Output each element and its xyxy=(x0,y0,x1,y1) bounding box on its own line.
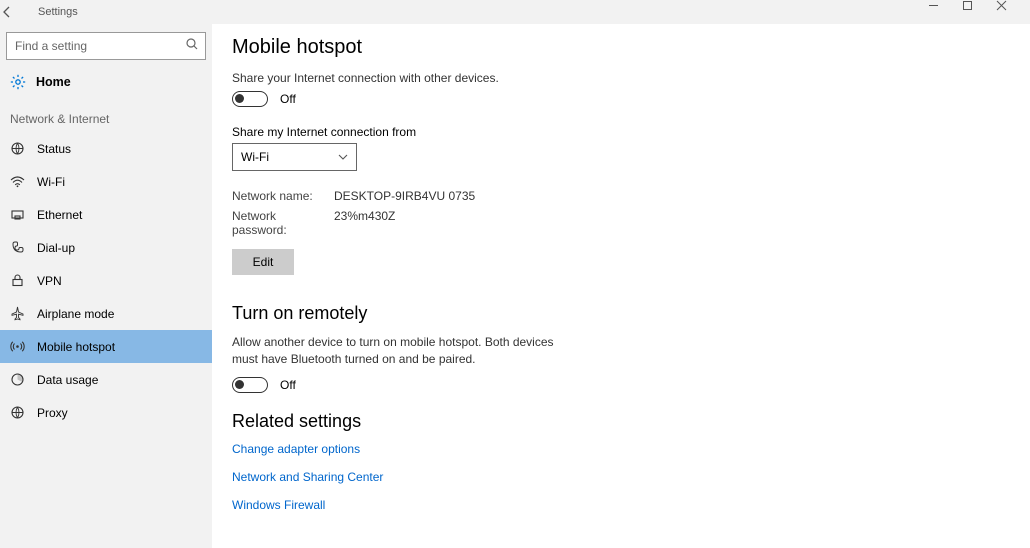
network-name-value: DESKTOP-9IRB4VU 0735 xyxy=(334,189,475,203)
content-pane: Mobile hotspot Share your Internet conne… xyxy=(212,24,1030,548)
sidebar-item-datausage[interactable]: Data usage xyxy=(0,363,212,396)
sidebar-item-airplane[interactable]: Airplane mode xyxy=(0,297,212,330)
share-description: Share your Internet connection with othe… xyxy=(232,71,1030,85)
sidebar-item-label: Status xyxy=(37,142,71,156)
chevron-down-icon xyxy=(338,152,348,162)
window-title: Settings xyxy=(38,6,78,18)
titlebar: Settings xyxy=(0,0,1030,24)
network-name-label: Network name: xyxy=(232,189,334,203)
hotspot-toggle[interactable] xyxy=(232,91,268,107)
network-password-value: 23%m430Z xyxy=(334,209,395,237)
related-title: Related settings xyxy=(232,411,1030,432)
sidebar-item-label: VPN xyxy=(37,274,62,288)
sidebar-item-label: Wi-Fi xyxy=(37,175,65,189)
gear-icon xyxy=(10,74,26,90)
remote-toggle-state: Off xyxy=(280,378,296,392)
sidebar-home-label: Home xyxy=(36,75,71,89)
sidebar-home[interactable]: Home xyxy=(0,68,212,96)
search-icon xyxy=(185,37,199,51)
hotspot-toggle-state: Off xyxy=(280,92,296,106)
datausage-icon xyxy=(10,372,25,387)
minimize-button[interactable] xyxy=(928,0,962,24)
share-from-value: Wi-Fi xyxy=(241,150,269,164)
link-adapter-options[interactable]: Change adapter options xyxy=(232,442,1030,456)
sidebar-item-label: Data usage xyxy=(37,373,98,387)
hotspot-icon xyxy=(10,339,25,354)
edit-button[interactable]: Edit xyxy=(232,249,294,275)
sidebar-item-status[interactable]: Status xyxy=(0,132,212,165)
sidebar-item-label: Proxy xyxy=(37,406,68,420)
page-title: Mobile hotspot xyxy=(232,36,1030,59)
sidebar-item-label: Ethernet xyxy=(37,208,82,222)
sidebar-item-vpn[interactable]: VPN xyxy=(0,264,212,297)
sidebar-item-label: Dial-up xyxy=(37,241,75,255)
search-input[interactable] xyxy=(6,32,206,60)
maximize-button[interactable] xyxy=(962,0,996,24)
sidebar-item-wifi[interactable]: Wi-Fi xyxy=(0,165,212,198)
status-icon xyxy=(10,141,25,156)
sidebar-item-label: Airplane mode xyxy=(37,307,114,321)
link-sharing-center[interactable]: Network and Sharing Center xyxy=(232,470,1030,484)
proxy-icon xyxy=(10,405,25,420)
wifi-icon xyxy=(10,174,25,189)
sidebar-item-dialup[interactable]: Dial-up xyxy=(0,231,212,264)
ethernet-icon xyxy=(10,207,25,222)
sidebar-item-label: Mobile hotspot xyxy=(37,340,115,354)
remote-toggle[interactable] xyxy=(232,377,268,393)
share-from-label: Share my Internet connection from xyxy=(232,125,1030,139)
sidebar-item-hotspot[interactable]: Mobile hotspot xyxy=(0,330,212,363)
sidebar-item-ethernet[interactable]: Ethernet xyxy=(0,198,212,231)
share-from-select[interactable]: Wi-Fi xyxy=(232,143,357,171)
close-button[interactable] xyxy=(996,0,1030,24)
remote-description: Allow another device to turn on mobile h… xyxy=(232,334,577,369)
dialup-icon xyxy=(10,240,25,255)
vpn-icon xyxy=(10,273,25,288)
link-firewall[interactable]: Windows Firewall xyxy=(232,498,1030,512)
sidebar-item-proxy[interactable]: Proxy xyxy=(0,396,212,429)
airplane-icon xyxy=(10,306,25,321)
sidebar: Home Network & Internet Status Wi-Fi Eth… xyxy=(0,24,212,548)
sidebar-category: Network & Internet xyxy=(0,96,212,132)
remote-title: Turn on remotely xyxy=(232,303,1030,324)
back-button[interactable] xyxy=(0,5,36,19)
network-password-label: Network password: xyxy=(232,209,334,237)
